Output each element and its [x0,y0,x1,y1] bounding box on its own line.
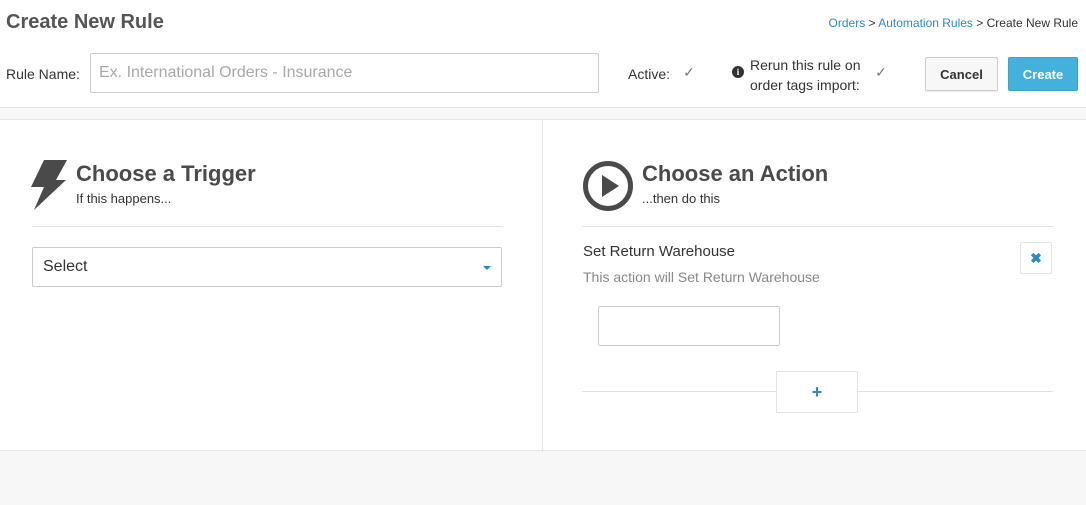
play-circle-icon [583,161,633,211]
cancel-button[interactable]: Cancel [925,57,998,91]
create-button[interactable]: Create [1008,57,1078,91]
rule-name-input[interactable] [90,53,599,93]
breadcrumb: Orders > Automation Rules > Create New R… [829,16,1078,30]
action-divider [582,226,1053,227]
rule-name-label: Rule Name: [6,66,80,82]
page-title: Create New Rule [6,11,164,33]
action-subtitle: ...then do this [642,191,721,206]
rerun-checkbox[interactable]: ✓ [873,64,889,80]
trigger-title: Choose a Trigger [76,161,256,186]
rule-builder-panel: Choose a Trigger If this happens... Sele… [0,119,1086,452]
action-item-name: Set Return Warehouse [583,243,736,260]
trigger-subtitle: If this happens... [76,191,172,206]
breadcrumb-separator: > [865,16,879,30]
breadcrumb-automation-rules-link[interactable]: Automation Rules [878,16,973,30]
lightning-bolt-icon [31,160,67,210]
active-label: Active: [628,66,671,82]
close-icon: ✖ [1030,249,1042,266]
top-bar: Create New Rule Orders > Automation Rule… [0,0,1086,108]
action-title: Choose an Action [642,161,829,186]
active-checkbox[interactable]: ✓ [681,64,697,80]
plus-icon: + [811,381,823,402]
trigger-select[interactable]: Select [32,247,502,287]
column-divider [542,120,543,452]
remove-action-button[interactable]: ✖ [1020,242,1052,274]
caret-down-icon [483,266,491,270]
rerun-label: Rerun this rule on order tags import: [750,57,861,93]
breadcrumb-separator: > [972,16,987,30]
add-action-button[interactable]: + [776,371,858,413]
action-item-description: This action will Set Return Warehouse [583,269,820,285]
breadcrumb-orders-link[interactable]: Orders [829,16,866,30]
breadcrumb-current: Create New Rule [986,16,1078,30]
info-icon[interactable]: i [732,66,744,78]
trigger-select-value: Select [43,258,88,275]
trigger-divider [32,226,502,227]
action-value-input[interactable] [598,306,780,346]
